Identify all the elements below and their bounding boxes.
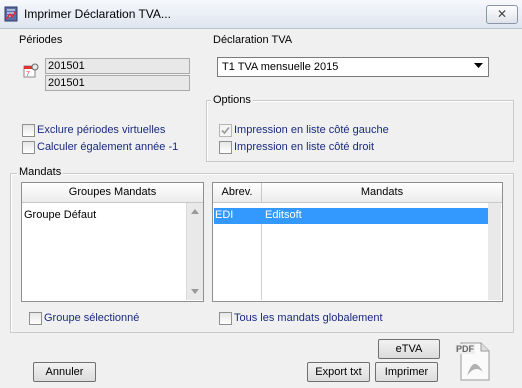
all-mandats-label: Tous les mandats globalement — [234, 312, 383, 324]
svg-text:7: 7 — [26, 71, 30, 78]
calc-year-label: Calculer également année -1 — [37, 141, 179, 153]
title-bar: Imprimer Déclaration TVA... ✕ — [0, 0, 522, 29]
calendar-icon: 7 — [23, 63, 39, 78]
column-divider — [261, 224, 262, 300]
list-item[interactable]: Groupe Défaut — [24, 209, 96, 221]
calc-year-checkbox[interactable] — [22, 141, 35, 154]
left-list-checkbox[interactable] — [219, 124, 232, 137]
mandats-column-header[interactable]: Mandats — [262, 183, 502, 203]
row-abrev: EDI — [215, 209, 234, 221]
all-mandats-checkbox[interactable] — [219, 312, 232, 325]
options-label: Options — [211, 94, 253, 106]
group-selected-checkbox[interactable] — [29, 312, 42, 325]
app-icon — [4, 6, 18, 22]
mandats-table[interactable]: Abrev. Mandats EDI Editsoft — [212, 182, 503, 302]
mandats-label: Mandats — [17, 166, 64, 178]
chevron-down-icon — [474, 63, 483, 68]
row-name: Editsoft — [265, 209, 302, 221]
period-to-field[interactable]: 201501 — [45, 75, 190, 91]
left-list-label: Impression en liste côté gauche — [234, 124, 389, 136]
declaration-label: Déclaration TVA — [211, 34, 295, 46]
scrollbar[interactable] — [186, 203, 203, 300]
period-from-field[interactable]: 201501 — [45, 58, 190, 74]
periodes-label: Périodes — [17, 34, 65, 46]
pdf-label: PDF — [455, 344, 475, 354]
declaration-selected: T1 TVA mensuelle 2015 — [222, 61, 339, 73]
groups-header[interactable]: Groupes Mandats — [22, 183, 203, 203]
pdf-icon[interactable]: PDF — [453, 340, 495, 382]
window-title: Imprimer Déclaration TVA... — [24, 7, 171, 21]
close-button[interactable]: ✕ — [486, 5, 518, 24]
exclude-virtual-checkbox[interactable] — [22, 124, 35, 137]
group-selected-label: Groupe sélectionné — [44, 312, 140, 324]
scroll-up-icon[interactable] — [191, 209, 199, 214]
exclude-virtual-label: Exclure périodes virtuelles — [37, 124, 166, 136]
declaration-select[interactable]: T1 TVA mensuelle 2015 — [217, 57, 489, 77]
scrollbar[interactable] — [488, 203, 501, 300]
right-list-label: Impression en liste côté droit — [234, 141, 375, 153]
groups-list[interactable]: Groupes Mandats Groupe Défaut — [21, 182, 204, 302]
print-button[interactable]: Imprimer — [375, 362, 438, 382]
cancel-button[interactable]: Annuler — [33, 362, 96, 382]
table-row[interactable]: EDI Editsoft — [214, 208, 488, 224]
export-txt-button[interactable]: Export txt — [307, 362, 370, 382]
etva-button[interactable]: eTVA — [378, 339, 440, 359]
check-icon — [221, 126, 230, 135]
abrev-column-header[interactable]: Abrev. — [213, 183, 262, 203]
right-list-checkbox[interactable] — [219, 141, 232, 154]
scroll-down-icon[interactable] — [191, 289, 199, 294]
